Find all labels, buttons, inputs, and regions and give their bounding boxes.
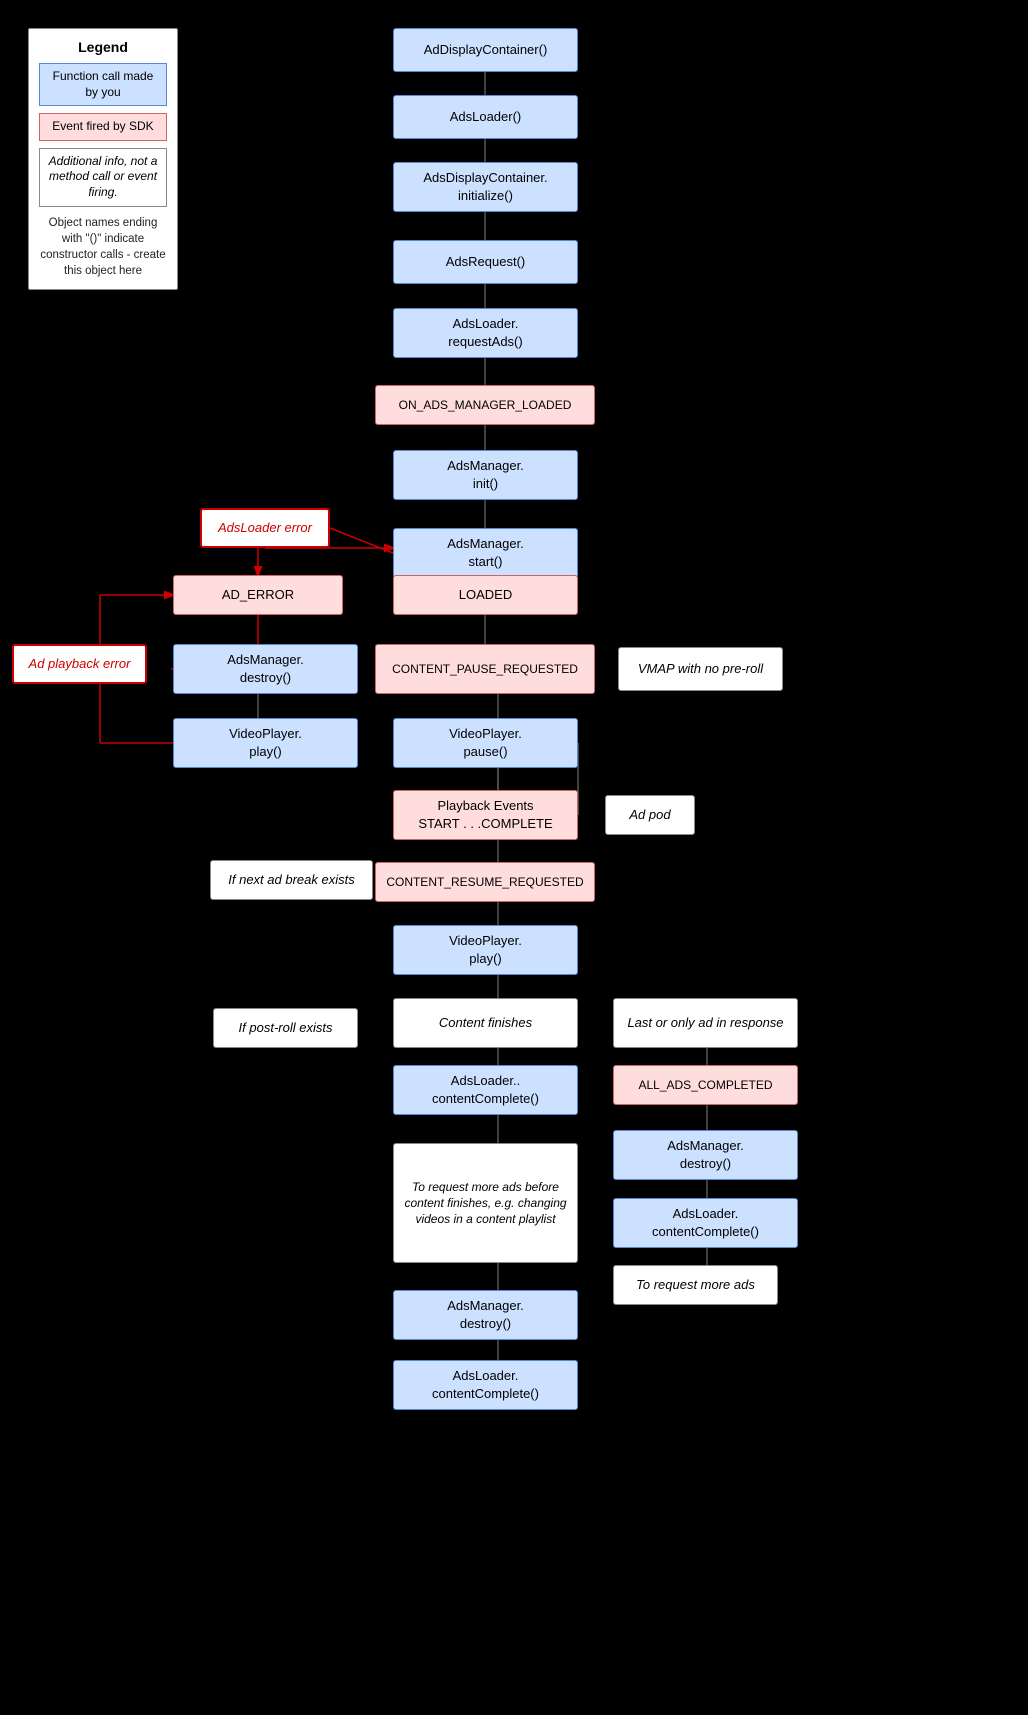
node-to-request-more: To request more ads before content finis… bbox=[393, 1143, 578, 1263]
node-ad-pod: Ad pod bbox=[605, 795, 695, 835]
node-loaded: LOADED bbox=[393, 575, 578, 615]
legend-additional-info: Additional info, not a method call or ev… bbox=[39, 148, 167, 207]
node-ads-manager-destroy-2: AdsManager. destroy() bbox=[613, 1130, 798, 1180]
node-to-request-more-ads: To request more ads bbox=[613, 1265, 778, 1305]
node-ads-loader-content-complete-3: AdsLoader. contentComplete() bbox=[393, 1360, 578, 1410]
node-content-pause-requested: CONTENT_PAUSE_REQUESTED bbox=[375, 644, 595, 694]
legend-function-call: Function call made by you bbox=[39, 63, 167, 106]
node-ads-loader-request-ads: AdsLoader. requestAds() bbox=[393, 308, 578, 358]
legend: Legend Function call made by you Event f… bbox=[28, 28, 178, 290]
node-video-player-play-1: VideoPlayer. play() bbox=[173, 718, 358, 768]
node-vmap-no-pre-roll: VMAP with no pre-roll bbox=[618, 647, 783, 691]
legend-title: Legend bbox=[39, 39, 167, 55]
node-if-next-ad-break: If next ad break exists bbox=[210, 860, 373, 900]
node-ads-loader-content-complete-1: AdsLoader.. contentComplete() bbox=[393, 1065, 578, 1115]
node-ads-loader: AdsLoader() bbox=[393, 95, 578, 139]
node-all-ads-completed: ALL_ADS_COMPLETED bbox=[613, 1065, 798, 1105]
node-ads-manager-destroy: AdsManager. destroy() bbox=[173, 644, 358, 694]
node-if-post-roll-exists: If post-roll exists bbox=[213, 1008, 358, 1048]
node-video-player-pause: VideoPlayer. pause() bbox=[393, 718, 578, 768]
node-playback-events: Playback Events START . . .COMPLETE bbox=[393, 790, 578, 840]
node-ad-error: AD_ERROR bbox=[173, 575, 343, 615]
node-content-resume-requested: CONTENT_RESUME_REQUESTED bbox=[375, 862, 595, 902]
node-ads-loader-error: AdsLoader error bbox=[200, 508, 330, 548]
node-ad-display-container: AdDisplayContainer() bbox=[393, 28, 578, 72]
legend-note: Object names ending with "()" indicate c… bbox=[39, 215, 167, 279]
diagram-container: Legend Function call made by you Event f… bbox=[0, 0, 1028, 1715]
node-content-finishes: Content finishes bbox=[393, 998, 578, 1048]
node-last-or-only-ad: Last or only ad in response bbox=[613, 998, 798, 1048]
node-video-player-play-2: VideoPlayer. play() bbox=[393, 925, 578, 975]
node-ads-loader-content-complete-2: AdsLoader. contentComplete() bbox=[613, 1198, 798, 1248]
node-ads-manager-init: AdsManager. init() bbox=[393, 450, 578, 500]
node-ads-request: AdsRequest() bbox=[393, 240, 578, 284]
legend-event-fired: Event fired by SDK bbox=[39, 113, 167, 141]
node-ads-manager-start: AdsManager. start() bbox=[393, 528, 578, 578]
node-ads-display-container-init: AdsDisplayContainer. initialize() bbox=[393, 162, 578, 212]
node-on-ads-manager-loaded: ON_ADS_MANAGER_LOADED bbox=[375, 385, 595, 425]
node-ad-playback-error: Ad playback error bbox=[12, 644, 147, 684]
node-ads-manager-destroy-3: AdsManager. destroy() bbox=[393, 1290, 578, 1340]
